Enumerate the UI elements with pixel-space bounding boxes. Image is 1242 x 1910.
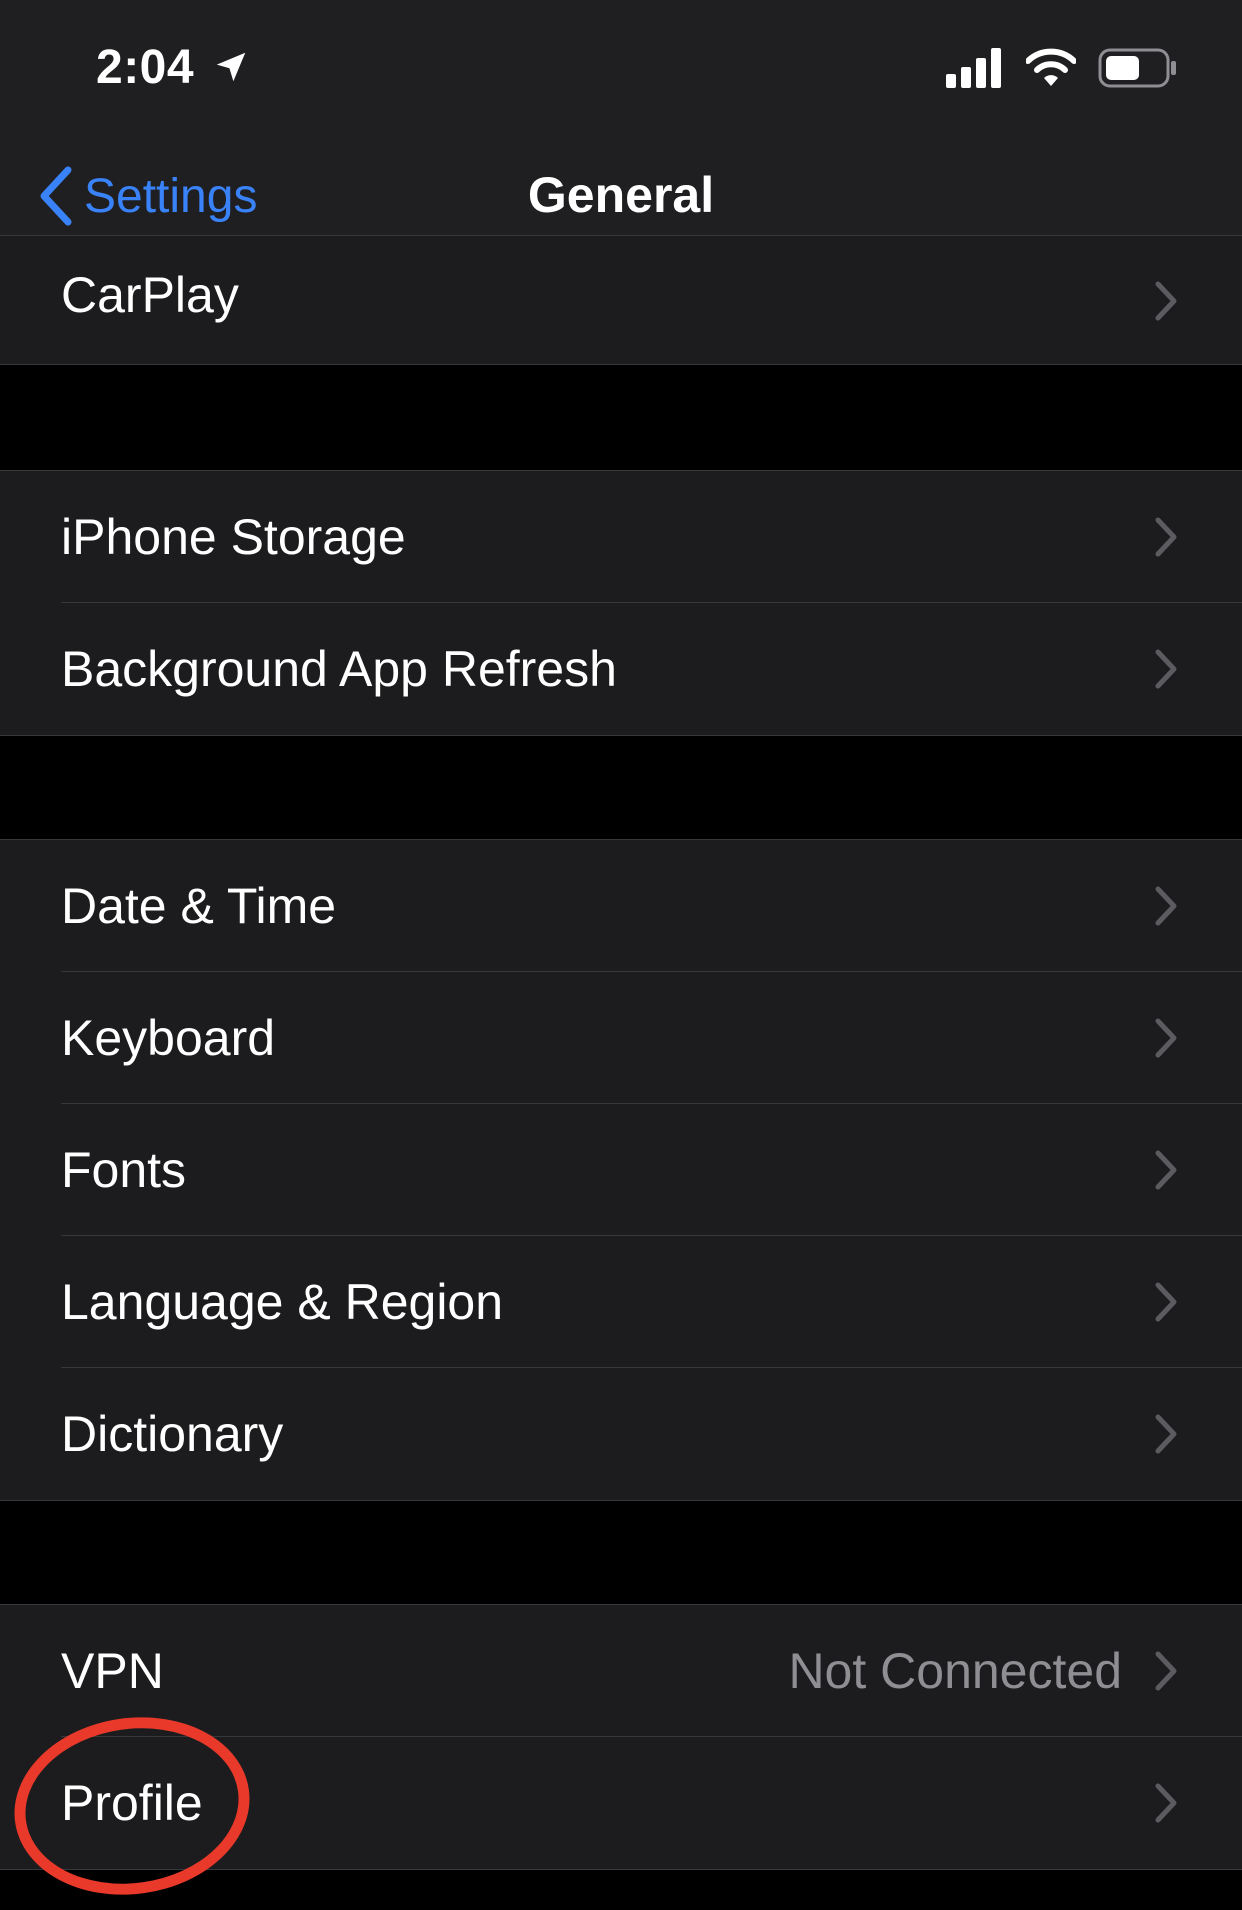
settings-group-carplay: CarPlay — [0, 235, 1242, 365]
list-item-iphone-storage[interactable]: iPhone Storage — [0, 471, 1242, 603]
list-item-dictionary[interactable]: Dictionary — [0, 1368, 1242, 1500]
location-arrow-icon — [216, 52, 246, 82]
chevron-right-icon — [1155, 649, 1177, 689]
row-label: VPN — [61, 1643, 164, 1699]
wifi-icon — [1026, 48, 1076, 86]
row-label: Keyboard — [61, 1010, 276, 1066]
chevron-right-icon — [1155, 1282, 1177, 1322]
chevron-right-icon — [1155, 281, 1177, 321]
list-item-background-app-refresh[interactable]: Background App Refresh — [0, 603, 1242, 735]
row-label: Background App Refresh — [61, 641, 617, 697]
row-label: Date & Time — [61, 878, 337, 934]
list-item-fonts[interactable]: Fonts — [0, 1104, 1242, 1236]
page-title: General — [527, 167, 715, 223]
row-label: Profile — [61, 1775, 203, 1831]
row-label: Dictionary — [61, 1406, 284, 1462]
list-item-carplay[interactable]: CarPlay — [0, 236, 1242, 364]
list-item-vpn[interactable]: VPN Not Connected — [0, 1605, 1242, 1737]
settings-group-storage: iPhone Storage Background App Refresh — [0, 470, 1242, 736]
chevron-right-icon — [1155, 1651, 1177, 1691]
chevron-right-icon — [1155, 886, 1177, 926]
list-item-profile[interactable]: Profile — [0, 1737, 1242, 1869]
list-item-keyboard[interactable]: Keyboard — [0, 972, 1242, 1104]
chevron-right-icon — [1155, 1414, 1177, 1454]
settings-group-network: VPN Not Connected Profile — [0, 1604, 1242, 1870]
chevron-right-icon — [1155, 1783, 1177, 1823]
row-label: CarPlay — [61, 267, 239, 323]
battery-icon — [1098, 48, 1176, 88]
row-label: iPhone Storage — [61, 509, 406, 565]
vpn-status-value: Not Connected — [788, 1643, 1122, 1699]
chevron-right-icon — [1155, 1018, 1177, 1058]
navigation-bar: 2:04 Settings General — [0, 0, 1242, 264]
row-label: Fonts — [61, 1142, 187, 1198]
list-item-date-time[interactable]: Date & Time — [0, 840, 1242, 972]
row-label: Language & Region — [61, 1274, 504, 1330]
status-icons — [946, 44, 1178, 92]
chevron-right-icon — [1155, 1150, 1177, 1190]
chevron-right-icon — [1155, 517, 1177, 557]
settings-group-locale: Date & Time Keyboard Fonts Language & Re… — [0, 839, 1242, 1501]
status-time: 2:04 — [96, 41, 195, 94]
list-item-language-region[interactable]: Language & Region — [0, 1236, 1242, 1368]
cellular-signal-icon — [946, 48, 1001, 88]
